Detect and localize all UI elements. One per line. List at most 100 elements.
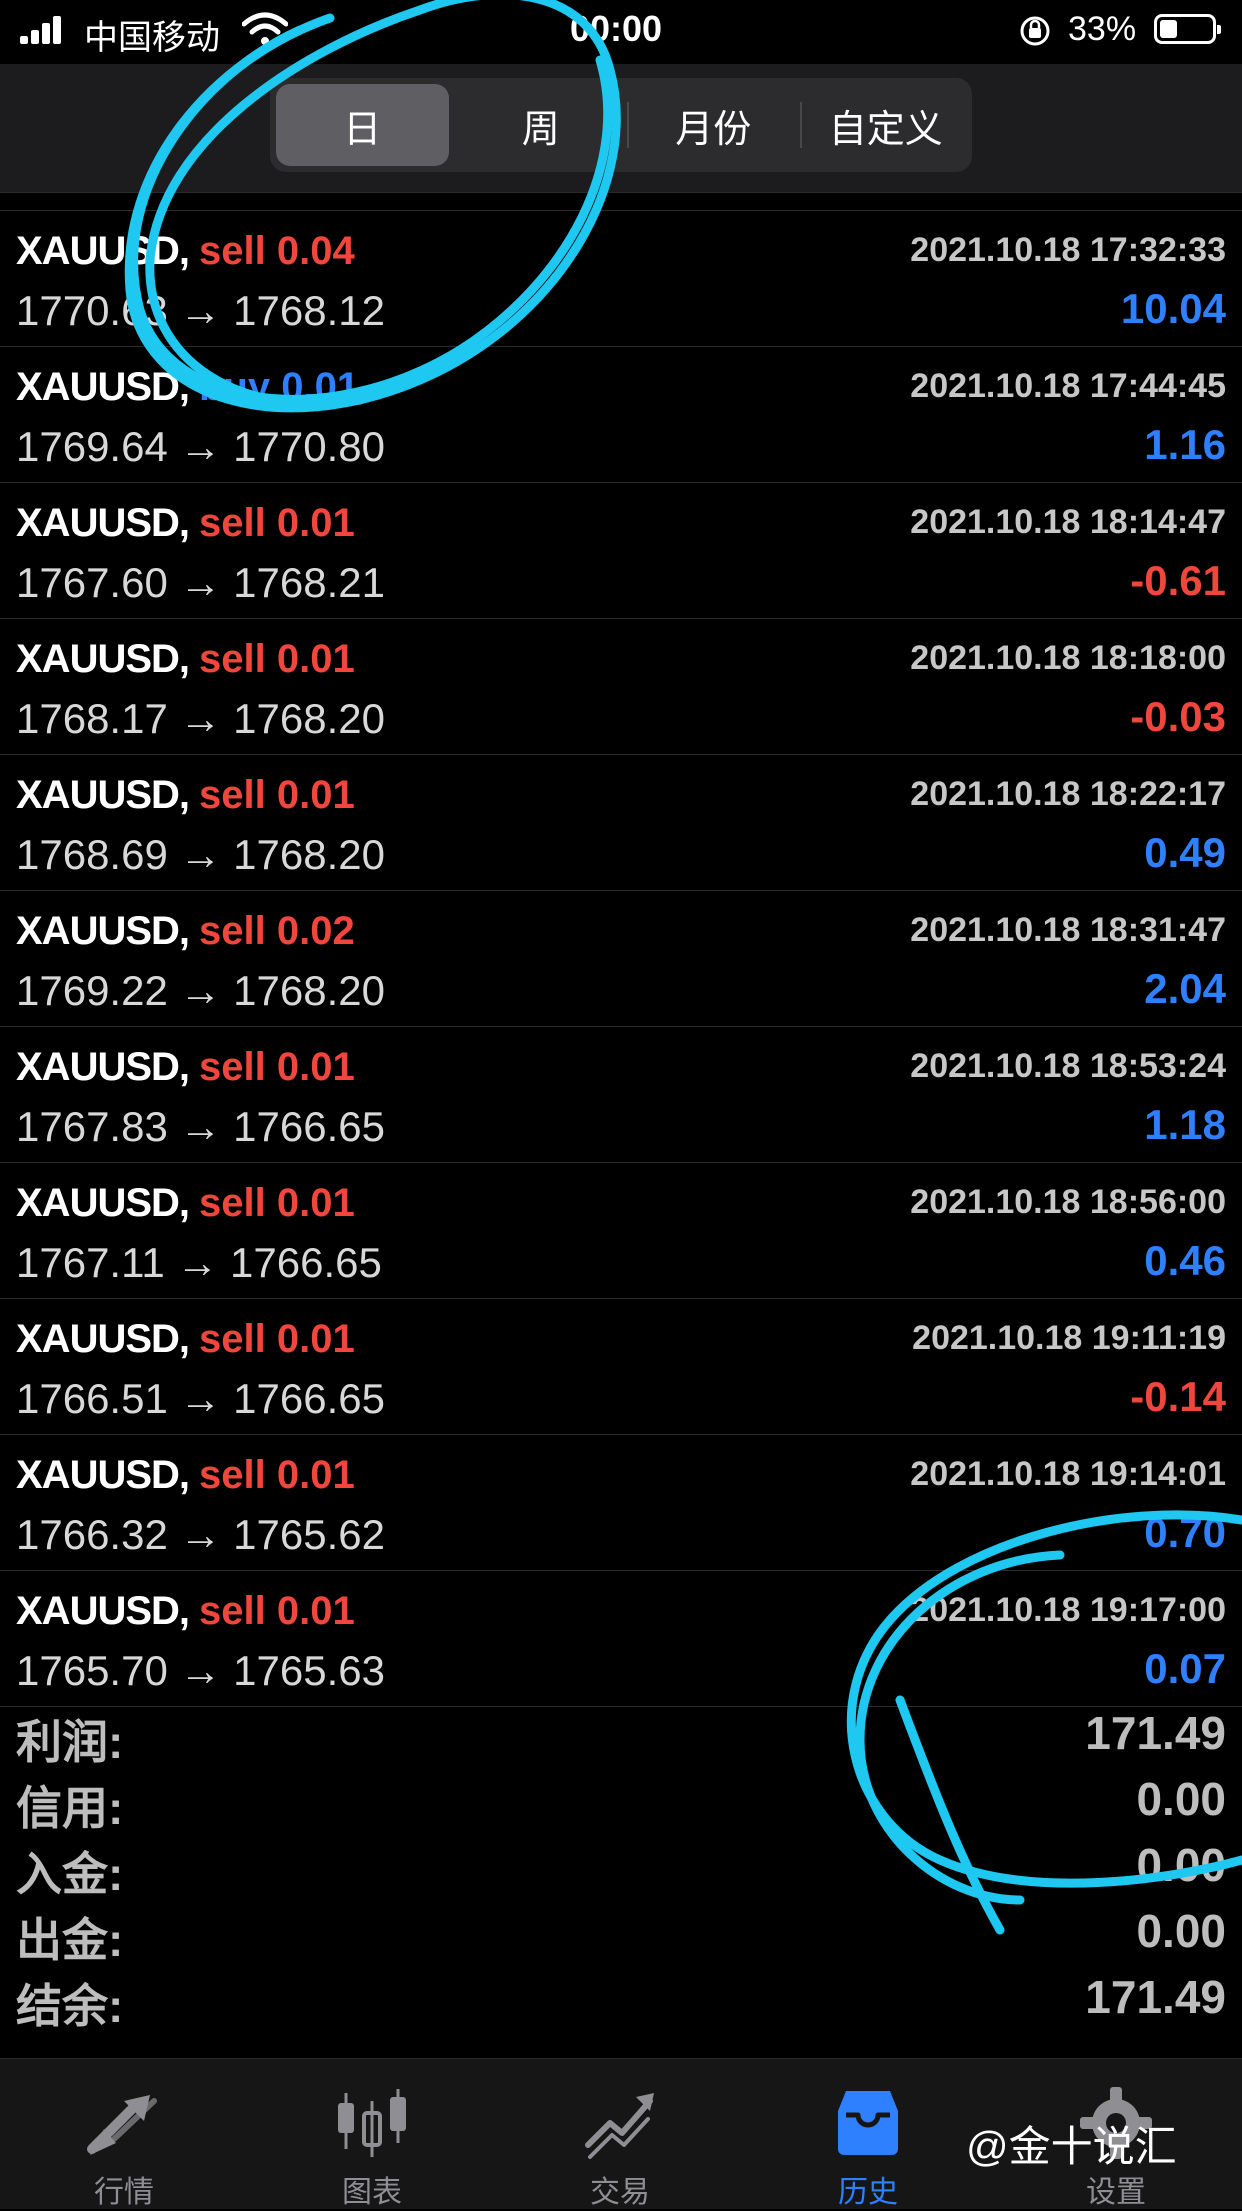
trade-side-volume: sell 0.01 — [199, 773, 355, 817]
trade-row[interactable]: XAUUSD, sell 0.01 2021.10.18 19:17:00 1765.… — [0, 1571, 1242, 1707]
summary-label: 信用: — [16, 1782, 124, 1834]
trade-profit: -0.14 — [1130, 1373, 1226, 1420]
trade-side-volume: sell 0.01 — [199, 1453, 355, 1497]
trade-side-volume: sell 0.02 — [199, 909, 355, 953]
watermark: @金十说汇 — [966, 2123, 1177, 2170]
trade-row[interactable]: XAUUSD, sell 0.04 2021.10.18 17:32:33 1770.… — [0, 210, 1242, 347]
trade-time: 2021.10.18 18:56:00 — [910, 1183, 1226, 1221]
trade-prices: 1768.69 → 1768.20 — [16, 831, 385, 878]
trade-time: 2021.10.18 18:31:47 — [910, 911, 1226, 949]
tab-day[interactable]: 日 — [276, 84, 449, 166]
trade-profit: 0.49 — [1144, 829, 1226, 876]
summary-label: 结余: — [16, 1980, 124, 2032]
tab-month[interactable]: 月份 — [627, 78, 800, 172]
trade-profit: -0.61 — [1130, 557, 1226, 604]
trade-prices: 1767.83 → 1766.65 — [16, 1103, 385, 1150]
bottom-tab-bar: 行情 图表 交易 历史 设置 @金十说汇 — [0, 2058, 1242, 2209]
tab-custom[interactable]: 自定义 — [799, 78, 973, 172]
trade-symbol: XAUUSD, — [16, 909, 190, 953]
trade-side-volume: sell 0.01 — [199, 1589, 355, 1633]
trade-prices: 1766.32 → 1765.62 — [16, 1511, 385, 1558]
tab-week[interactable]: 周 — [455, 78, 628, 172]
tab-quotes[interactable]: 行情 — [0, 2059, 248, 2209]
trade-profit: 0.70 — [1144, 1509, 1226, 1556]
trade-profit: 1.16 — [1144, 421, 1226, 468]
trade-row[interactable]: XAUUSD, sell 0.01 2021.10.18 18:14:47 1767.… — [0, 483, 1242, 619]
trade-time: 2021.10.18 17:44:45 — [910, 367, 1226, 405]
trade-time: 2021.10.18 19:17:00 — [910, 1591, 1226, 1629]
battery-icon — [1154, 14, 1221, 44]
summary-value: 171.49 — [1085, 1707, 1226, 1759]
wifi-icon — [242, 12, 288, 45]
history-inbox-icon — [838, 2091, 898, 2155]
trade-time: 2021.10.18 19:11:19 — [912, 1319, 1226, 1357]
trade-row[interactable]: XAUUSD, sell 0.01 2021.10.18 18:56:00 1767.… — [0, 1163, 1242, 1299]
trade-row[interactable]: XAUUSD, sell 0.02 2021.10.18 18:31:47 1769.… — [0, 891, 1242, 1027]
rotation-lock-icon — [1020, 16, 1050, 46]
trade-prices: 1766.51 → 1766.65 — [16, 1375, 385, 1422]
trade-time: 2021.10.18 19:14:01 — [910, 1455, 1226, 1493]
trade-prices: 1769.64 → 1770.80 — [16, 423, 385, 470]
trade-row[interactable]: XAUUSD, sell 0.01 2021.10.18 19:11:19 1766.… — [0, 1299, 1242, 1435]
summary-label: 利润: — [16, 1716, 124, 1768]
trade-prices: 1768.17 → 1768.20 — [16, 695, 385, 742]
trade-side-volume: sell 0.01 — [199, 501, 355, 545]
tab-history[interactable]: 历史 — [744, 2059, 992, 2209]
header: 日 周 月份 自定义 — [0, 64, 1242, 193]
trade-row[interactable]: XAUUSD, sell 0.01 2021.10.18 18:53:24 1767.… — [0, 1027, 1242, 1163]
candlestick-chart-icon — [338, 2089, 406, 2157]
summary-row: 利润: 171.49 — [0, 1700, 1242, 1768]
trade-prices: 1767.60 → 1768.21 — [16, 559, 385, 606]
trade-side-volume: sell 0.01 — [199, 1181, 355, 1225]
period-segmented-control: 日 周 月份 自定义 — [270, 78, 972, 172]
cellular-signal-icon — [20, 16, 62, 44]
trade-profit: 1.18 — [1144, 1101, 1226, 1148]
trade-symbol: XAUUSD, — [16, 1589, 190, 1633]
trade-symbol: XAUUSD, — [16, 1045, 190, 1089]
tab-chart[interactable]: 图表 — [248, 2059, 496, 2209]
tab-trade[interactable]: 交易 — [496, 2059, 744, 2209]
trade-profit: 0.46 — [1144, 1237, 1226, 1284]
trade-time: 2021.10.18 18:22:17 — [910, 775, 1226, 813]
summary-value: 0.00 — [1136, 1773, 1226, 1825]
trade-row[interactable]: XAUUSD, sell 0.01 2021.10.18 18:22:17 1768.… — [0, 755, 1242, 891]
trade-side-volume: sell 0.01 — [199, 1045, 355, 1089]
trade-symbol: XAUUSD, — [16, 229, 190, 273]
trade-time: 2021.10.18 18:18:00 — [910, 639, 1226, 677]
trade-symbol: XAUUSD, — [16, 1317, 190, 1361]
tab-trade-label: 交易 — [590, 2176, 650, 2209]
trade-row[interactable]: XAUUSD, sell 0.01 2021.10.18 18:18:00 1768.… — [0, 619, 1242, 755]
trade-side-volume: buy 0.01 — [199, 365, 360, 409]
trade-row[interactable]: XAUUSD, buy 0.01 2021.10.18 17:44:45 1769.6… — [0, 347, 1242, 483]
trade-time: 2021.10.18 18:53:24 — [910, 1047, 1226, 1085]
quotes-arrows-icon — [87, 2095, 157, 2155]
trade-profit: 0.07 — [1144, 1645, 1226, 1692]
trade-history-list: XAUUSD, sell 0.04 2021.10.18 17:32:33 1770.… — [0, 210, 1242, 1707]
trade-side-volume: sell 0.01 — [199, 637, 355, 681]
status-time: 00:00 — [570, 8, 663, 49]
battery-level-fill — [1160, 20, 1177, 38]
tab-chart-label: 图表 — [342, 2176, 402, 2209]
summary-label: 出金: — [16, 1914, 124, 1966]
trade-symbol: XAUUSD, — [16, 637, 190, 681]
summary-value: 0.00 — [1136, 1905, 1226, 1957]
summary-row: 结余: 171.49 — [0, 1964, 1242, 2032]
tab-day-label: 日 — [343, 108, 382, 151]
tab-month-label: 月份 — [675, 108, 752, 151]
trade-row[interactable]: XAUUSD, sell 0.01 2021.10.18 19:14:01 1766.… — [0, 1435, 1242, 1571]
summary-row: 信用: 0.00 — [0, 1766, 1242, 1834]
status-bar: 中国移动 00:00 33% — [0, 0, 1242, 64]
summary-row: 入金: 0.00 — [0, 1832, 1242, 1900]
summary-label: 入金: — [16, 1848, 124, 1900]
trade-symbol: XAUUSD, — [16, 1181, 190, 1225]
account-summary: 利润: 171.49 信用: 0.00 入金: 0.00 出金: 0.00 结余: 171.49 — [0, 1700, 1242, 2032]
trade-symbol: XAUUSD, — [16, 501, 190, 545]
trade-prices: 1770.63 → 1768.12 — [16, 287, 385, 334]
trade-trend-icon — [585, 2093, 654, 2159]
trade-prices: 1767.11 → 1766.65 — [16, 1239, 382, 1286]
trade-profit: -0.03 — [1130, 693, 1226, 740]
tab-week-label: 周 — [521, 108, 560, 151]
trade-profit: 2.04 — [1144, 965, 1226, 1012]
carrier-name: 中国移动 — [84, 19, 220, 57]
battery-percent: 33% — [1068, 10, 1137, 48]
